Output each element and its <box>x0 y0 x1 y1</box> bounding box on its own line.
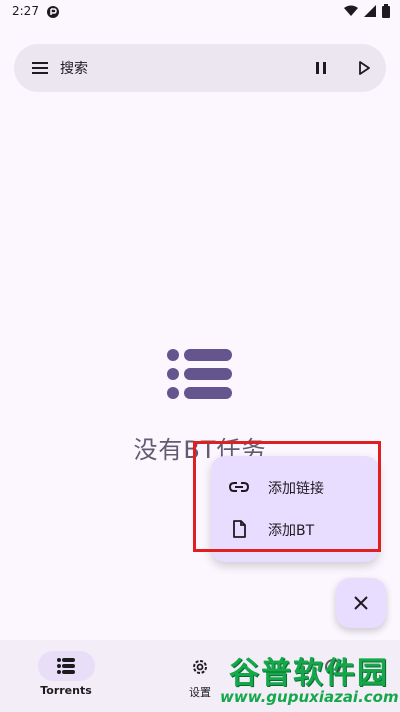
nav-label-torrents[interactable]: Torrents <box>26 684 106 697</box>
play-icon[interactable] <box>354 58 374 78</box>
list-icon <box>57 658 75 674</box>
status-time: 2:27 <box>12 4 39 18</box>
pause-icon[interactable] <box>311 58 331 78</box>
close-icon <box>354 596 368 610</box>
nav-item-torrents[interactable] <box>38 651 95 681</box>
highlight-box <box>193 441 381 552</box>
status-indicators <box>344 4 390 18</box>
signal-icon <box>364 5 376 17</box>
wifi-icon <box>344 5 358 16</box>
search-input[interactable]: 搜索 <box>60 58 88 78</box>
gear-icon[interactable] <box>190 657 210 677</box>
close-fab-button[interactable] <box>336 578 386 628</box>
search-bar[interactable]: 搜索 <box>14 44 386 92</box>
battery-icon <box>382 4 390 18</box>
menu-icon[interactable] <box>30 58 50 78</box>
app-notification-icon <box>46 4 60 18</box>
status-bar: 2:27 <box>0 0 400 24</box>
watermark-brand: 谷普软件园 <box>229 656 389 691</box>
list-icon <box>166 348 234 404</box>
watermark: 谷普软件园 www.gupuxiazai.com <box>220 648 399 712</box>
watermark-url: www.gupuxiazai.com <box>220 688 399 706</box>
